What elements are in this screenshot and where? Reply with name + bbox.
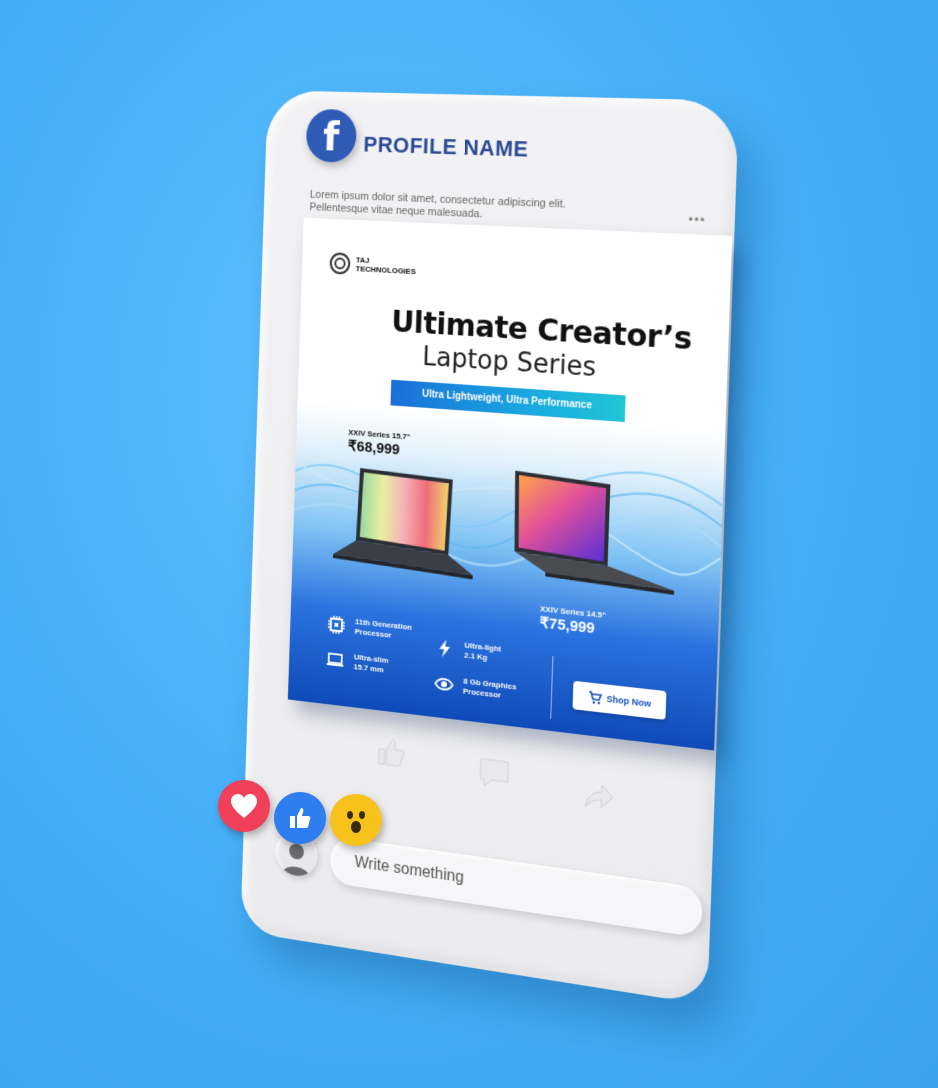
brand-logo: TAJ TECHNOLOGIES — [329, 252, 416, 278]
post-card: f PROFILE NAME Lorem ipsum dolor sit ame… — [240, 90, 740, 1006]
scene: f PROFILE NAME Lorem ipsum dolor sit ame… — [0, 0, 938, 1088]
wow-face-icon — [347, 811, 365, 833]
shop-now-label: Shop Now — [606, 693, 652, 709]
love-reaction-icon[interactable] — [218, 780, 270, 832]
more-options-icon[interactable]: ••• — [688, 211, 706, 227]
like-reaction-icon[interactable] — [274, 792, 326, 844]
heart-icon — [231, 794, 257, 818]
share-action-icon[interactable] — [581, 777, 616, 816]
feature-graphics: 8 Gb Graphics Processor — [434, 673, 517, 702]
product-a-price-block: XXIV Series 15.7" ₹68,999 — [348, 428, 411, 459]
bolt-icon — [439, 638, 451, 658]
ad-image[interactable]: TAJ TECHNOLOGIES Ultimate Creator’s Lapt… — [287, 217, 733, 751]
feature-divider — [550, 656, 554, 719]
profile-name[interactable]: PROFILE NAME — [363, 132, 529, 163]
fingerprint-icon — [329, 252, 351, 275]
chip-icon — [327, 614, 346, 636]
shop-now-button[interactable]: Shop Now — [572, 680, 667, 720]
like-action-icon[interactable] — [375, 734, 408, 772]
laptop-icon — [326, 649, 345, 671]
eye-icon — [434, 673, 454, 695]
brand-line-2: TECHNOLOGIES — [355, 264, 416, 277]
feature-thickness-text: Ultra-slim 15.7 mm — [353, 652, 388, 676]
thumbs-up-icon — [290, 808, 311, 828]
feature-processor: 11th Generation Processor — [327, 614, 412, 643]
comment-input[interactable]: Write something — [329, 835, 704, 938]
laptop-b-image — [512, 470, 675, 595]
comment-action-icon[interactable] — [477, 754, 511, 792]
brand-name: TAJ TECHNOLOGIES — [355, 255, 416, 276]
post-header: f PROFILE NAME — [305, 108, 707, 202]
ad-ribbon: Ultra Lightweight, Ultra Performance — [390, 379, 626, 423]
feature-graphics-text: 8 Gb Graphics Processor — [463, 676, 517, 702]
cart-icon — [587, 690, 602, 705]
laptop-a-image — [332, 467, 474, 580]
feature-weight: Ultra-light 2.1 Kg — [435, 638, 501, 665]
wow-reaction-icon[interactable] — [330, 794, 382, 846]
feature-processor-text: 11th Generation Processor — [355, 617, 412, 643]
facebook-logo-icon[interactable]: f — [305, 108, 358, 163]
feature-thickness: Ultra-slim 15.7 mm — [326, 649, 389, 676]
feature-weight-text: Ultra-light 2.1 Kg — [464, 641, 501, 665]
post-actions — [374, 734, 629, 816]
